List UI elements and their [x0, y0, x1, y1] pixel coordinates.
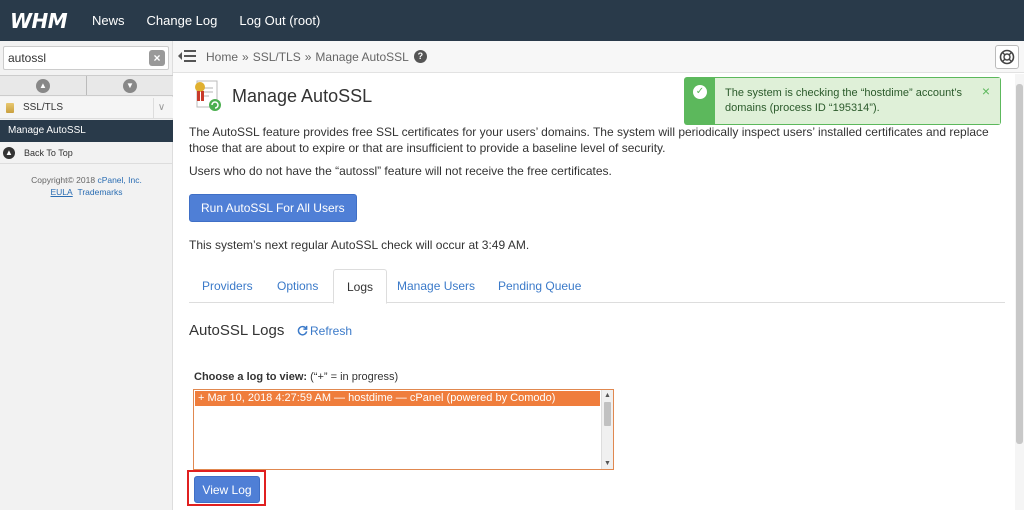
refresh-label: Refresh — [310, 324, 353, 338]
view-log-button[interactable]: View Log — [194, 476, 260, 503]
support-button[interactable] — [995, 45, 1019, 69]
sidebar-search: × — [3, 46, 169, 70]
news-link[interactable]: News — [92, 13, 125, 28]
logout-link[interactable]: Log Out (root) — [239, 13, 320, 28]
tab-bar: Providers Options Logs Manage Users Pend… — [189, 269, 1005, 304]
help-icon[interactable]: ? — [413, 50, 427, 64]
page-scroll-thumb[interactable] — [1016, 84, 1023, 444]
notification-text: The system is checking the “hostdime” ac… — [725, 87, 963, 114]
chevron-up-icon: ▲ — [36, 78, 50, 93]
tab-manage-users[interactable]: Manage Users — [384, 269, 488, 303]
breadcrumb-home[interactable]: Home — [206, 50, 238, 64]
next-check-text: This system’s next regular AutoSSL check… — [189, 238, 530, 252]
scroll-thumb[interactable] — [604, 402, 611, 426]
top-nav: News Change Log Log Out (root) — [92, 0, 342, 41]
scroll-up-icon[interactable]: ▲ — [602, 390, 613, 401]
eula-link[interactable]: EULA — [51, 187, 73, 197]
back-to-top-label: Back To Top — [24, 147, 73, 158]
expand-all-button[interactable]: ▼ — [87, 76, 173, 95]
sidebar: × ▲ ▼ SSL/TLS ∨ Manage AutoSSL ▲ Back To… — [0, 41, 173, 510]
clear-icon[interactable]: × — [149, 50, 165, 66]
caret-down-icon[interactable]: ∨ — [153, 97, 169, 118]
scroll-down-icon[interactable]: ▼ — [602, 458, 613, 469]
sidebar-category-label: SSL/TLS — [23, 102, 64, 113]
notification-body: The system is checking the “hostdime” ac… — [715, 78, 1000, 124]
refresh-link[interactable]: Refresh — [297, 324, 352, 338]
chevron-down-icon: ▼ — [123, 78, 137, 93]
logs-heading: AutoSSL Logs — [189, 322, 285, 339]
autossl-feature-note: Users who do not have the “autossl” feat… — [189, 164, 612, 178]
breadcrumb-separator: » — [242, 50, 249, 64]
log-select-list[interactable]: + Mar 10, 2018 4:27:59 AM — hostdime — c… — [193, 389, 614, 470]
breadcrumb-separator: » — [304, 50, 312, 64]
changelog-link[interactable]: Change Log — [147, 13, 218, 28]
copyright-text: Copyright© 2018 — [31, 175, 96, 185]
breadcrumb: Home» SSL/TLS» Manage AutoSSL? — [206, 50, 427, 64]
tab-options[interactable]: Options — [264, 269, 331, 303]
page-title: Manage AutoSSL — [232, 86, 373, 106]
in-progress-hint: (“+” = in progress) — [310, 371, 399, 383]
ssl-certificate-icon — [191, 79, 223, 113]
tab-pending-queue[interactable]: Pending Queue — [485, 269, 594, 303]
page-description: The AutoSSL feature provides free SSL ce… — [189, 125, 989, 155]
search-input[interactable] — [8, 50, 143, 66]
cpanel-link[interactable]: cPanel, Inc. — [97, 175, 141, 185]
run-autossl-button[interactable]: Run AutoSSL For All Users — [189, 194, 357, 222]
collapse-controls: ▲ ▼ — [0, 75, 173, 96]
whm-logo[interactable]: WHM — [0, 0, 92, 41]
page-scrollbar[interactable] — [1015, 74, 1024, 510]
list-scrollbar[interactable]: ▲ ▼ — [601, 390, 613, 469]
top-navbar: WHM News Change Log Log Out (root) — [0, 0, 1024, 41]
sidebar-category-ssl-tls[interactable]: SSL/TLS ∨ — [0, 97, 173, 119]
breadcrumb-ssl-tls[interactable]: SSL/TLS — [253, 50, 301, 64]
certificate-icon — [6, 102, 14, 113]
main-content: Manage AutoSSL The AutoSSL feature provi… — [174, 74, 1024, 510]
check-icon: ✓ — [693, 85, 707, 99]
breadcrumb-bar: Home» SSL/TLS» Manage AutoSSL? — [173, 41, 1024, 73]
lifebuoy-icon — [999, 49, 1015, 65]
close-icon[interactable]: × — [982, 83, 990, 99]
collapse-all-button[interactable]: ▲ — [0, 76, 87, 95]
back-to-top-link[interactable]: ▲ Back To Top — [0, 142, 173, 164]
tab-logs[interactable]: Logs — [333, 269, 388, 304]
refresh-icon — [297, 325, 308, 336]
choose-log-label: Choose a log to view: (“+” = in progress… — [194, 371, 398, 383]
tab-providers[interactable]: Providers — [189, 269, 266, 303]
success-notification: ✓ The system is checking the “hostdime” … — [684, 77, 1001, 125]
copyright: Copyright© 2018 cPanel, Inc. EULA Tradem… — [0, 174, 173, 198]
arrow-up-icon: ▲ — [3, 146, 15, 159]
log-option-selected[interactable]: + Mar 10, 2018 4:27:59 AM — hostdime — c… — [195, 391, 600, 406]
sidebar-item-manage-autossl[interactable]: Manage AutoSSL — [0, 120, 173, 142]
menu-toggle-icon[interactable] — [178, 49, 196, 65]
trademarks-link[interactable]: Trademarks — [77, 187, 122, 197]
breadcrumb-current: Manage AutoSSL — [315, 50, 409, 64]
choose-log-text: Choose a log to view: — [194, 371, 308, 383]
